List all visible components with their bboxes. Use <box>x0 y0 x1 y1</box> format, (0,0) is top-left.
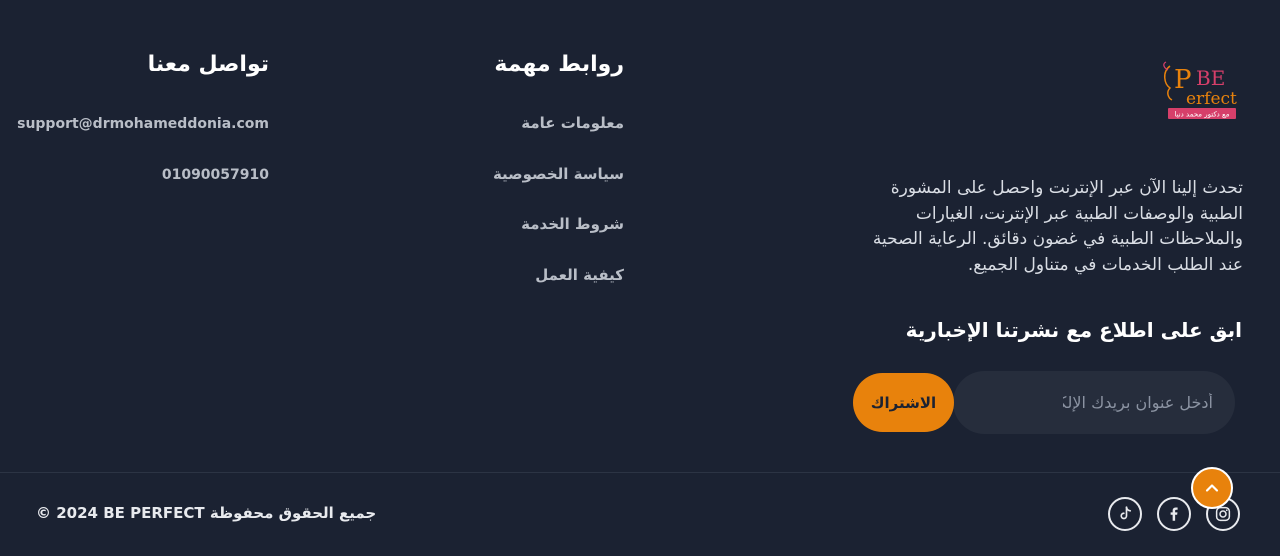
svg-text:erfect: erfect <box>1186 89 1237 109</box>
important-links-title: روابط مهمة <box>494 52 624 77</box>
subscribe-button[interactable]: الاشتراك <box>853 373 954 432</box>
footer-divider <box>0 472 1280 473</box>
scroll-to-top-button[interactable] <box>1191 467 1233 509</box>
link-how-it-works[interactable]: كيفية العمل <box>535 266 624 284</box>
chevron-up-icon <box>1205 484 1219 492</box>
facebook-link[interactable] <box>1157 497 1191 531</box>
newsletter-title: ابق على اطلاع مع نشرتنا الإخبارية <box>905 318 1242 342</box>
link-terms-of-service[interactable]: شروط الخدمة <box>521 215 624 233</box>
contact-phone[interactable]: 01090057910 <box>162 167 269 183</box>
copyright-text: © 2024 BE PERFECT جميع الحقوق محفوظة <box>36 504 377 522</box>
contact-title: تواصل معنا <box>147 52 269 77</box>
link-privacy-policy[interactable]: سياسة الخصوصية <box>493 165 624 183</box>
contact-email[interactable]: support@drmohameddonia.com <box>17 116 269 132</box>
facebook-icon <box>1170 507 1178 521</box>
tiktok-link[interactable] <box>1108 497 1142 531</box>
about-text: تحدث إلينا الآن عبر الإنترنت واحصل على ا… <box>872 178 1243 275</box>
tiktok-icon <box>1120 506 1132 520</box>
email-field-wrapper <box>953 371 1235 434</box>
link-general-info[interactable]: معلومات عامة <box>521 114 624 132</box>
svg-text:BE: BE <box>1196 66 1225 90</box>
email-input[interactable] <box>953 371 1235 434</box>
brand-logo[interactable]: P BE erfect مع دكتور محمد دنيا <box>1160 58 1240 122</box>
svg-text:مع دكتور محمد دنيا: مع دكتور محمد دنيا <box>1174 111 1229 119</box>
